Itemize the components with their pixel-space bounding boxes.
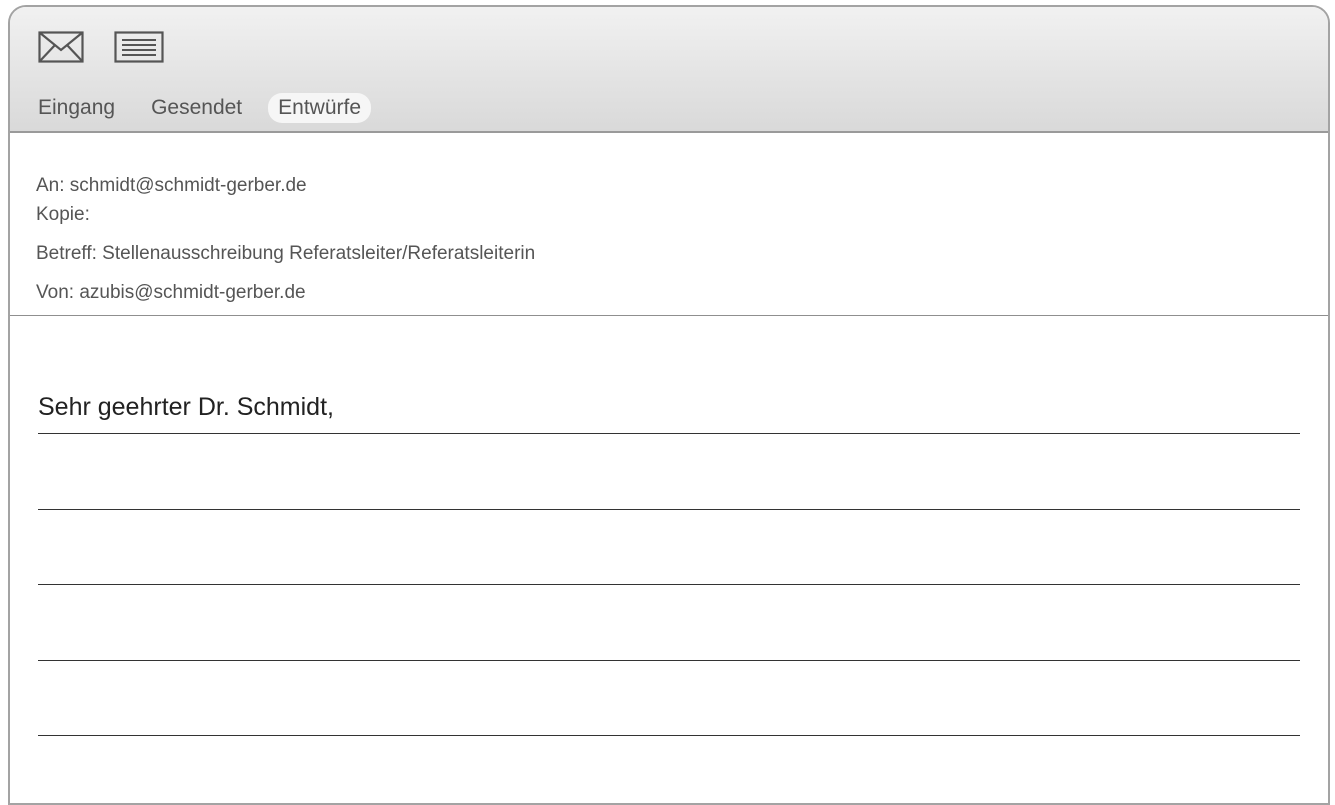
from-field[interactable]: Von: azubis@schmidt-gerber.de	[36, 282, 306, 304]
tab-inbox[interactable]: Eingang	[28, 93, 125, 123]
tab-drafts[interactable]: Entwürfe	[268, 93, 372, 123]
tab-sent[interactable]: Gesendet	[141, 93, 252, 123]
ruled-line	[38, 735, 1300, 736]
list-icon[interactable]	[114, 31, 164, 63]
ruled-line	[38, 584, 1300, 585]
mail-window: Eingang Gesendet Entwürfe An: schmidt@sc…	[8, 5, 1330, 805]
to-field[interactable]: An: schmidt@schmidt-gerber.de	[36, 175, 307, 197]
ruled-line	[38, 433, 1300, 434]
ruled-line	[38, 509, 1300, 510]
subject-field[interactable]: Betreff: Stellenausschreibung Referatsle…	[36, 243, 535, 265]
message-header: An: schmidt@schmidt-gerber.de Kopie: Bet…	[10, 133, 1328, 316]
greeting-text: Sehr geehrter Dr. Schmidt,	[38, 393, 334, 421]
mail-toolbar: Eingang Gesendet Entwürfe	[10, 7, 1328, 133]
cc-field[interactable]: Kopie:	[36, 204, 90, 226]
envelope-icon[interactable]	[38, 31, 84, 63]
mailbox-tabs: Eingang Gesendet Entwürfe	[28, 93, 387, 123]
ruled-line	[38, 660, 1300, 661]
